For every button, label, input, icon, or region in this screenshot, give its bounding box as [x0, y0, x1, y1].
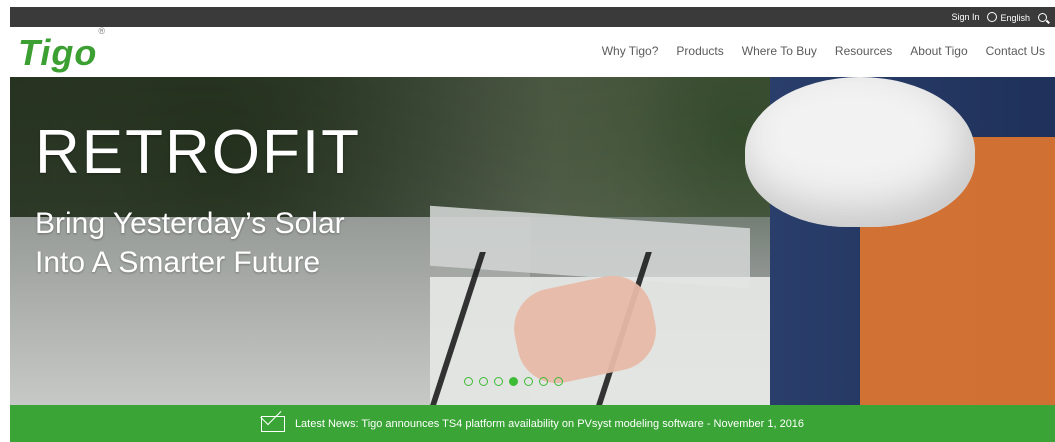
carousel-dot-7[interactable] — [554, 377, 563, 386]
nav-resources[interactable]: Resources — [835, 44, 892, 58]
language-label: English — [1000, 13, 1030, 23]
hero-hard-hat — [745, 77, 975, 227]
nav-where-to-buy[interactable]: Where To Buy — [742, 44, 817, 58]
site-header: Tigo® Why Tigo? Products Where To Buy Re… — [10, 26, 1055, 77]
nav-why-tigo[interactable]: Why Tigo? — [602, 44, 659, 58]
nav-about-tigo[interactable]: About Tigo — [910, 44, 967, 58]
page: Sign In English Tigo® Why Tigo? Products… — [10, 0, 1055, 442]
utility-links: Sign In English — [951, 7, 1047, 27]
hero-subtitle-line-2: Into A Smarter Future — [35, 246, 321, 279]
carousel-dot-1[interactable] — [464, 377, 473, 386]
latest-news-text[interactable]: Latest News: Tigo announces TS4 platform… — [295, 418, 804, 430]
logo-text: Tigo — [18, 32, 98, 73]
carousel-dot-5[interactable] — [524, 377, 533, 386]
hero-text: RETROFIT Bring Yesterday’s Solar Into A … — [35, 122, 361, 282]
nav-products[interactable]: Products — [676, 44, 723, 58]
search-icon[interactable] — [1038, 12, 1047, 22]
sign-in-link[interactable]: Sign In — [951, 12, 979, 22]
carousel-dot-2[interactable] — [479, 377, 488, 386]
nav-contact-us[interactable]: Contact Us — [986, 44, 1045, 58]
mail-icon — [260, 415, 285, 432]
tigo-logo[interactable]: Tigo® — [18, 26, 106, 74]
language-selector[interactable]: English — [987, 11, 1030, 23]
hero-subtitle: Bring Yesterday’s Solar Into A Smarter F… — [35, 204, 361, 282]
main-navigation: Why Tigo? Products Where To Buy Resource… — [602, 44, 1045, 58]
hero-title: RETROFIT — [35, 118, 361, 187]
hero-banner[interactable]: RETROFIT Bring Yesterday’s Solar Into A … — [10, 77, 1055, 405]
carousel-indicators — [464, 377, 563, 386]
top-utility-bar: Sign In English — [10, 7, 1055, 27]
latest-news-bar[interactable]: Latest News: Tigo announces TS4 platform… — [10, 405, 1055, 442]
carousel-dot-3[interactable] — [494, 377, 503, 386]
globe-icon — [987, 12, 998, 22]
carousel-dot-6[interactable] — [539, 377, 548, 386]
carousel-dot-4[interactable] — [509, 377, 518, 386]
hero-subtitle-line-1: Bring Yesterday’s Solar — [35, 207, 345, 240]
trademark-symbol: ® — [98, 26, 106, 36]
